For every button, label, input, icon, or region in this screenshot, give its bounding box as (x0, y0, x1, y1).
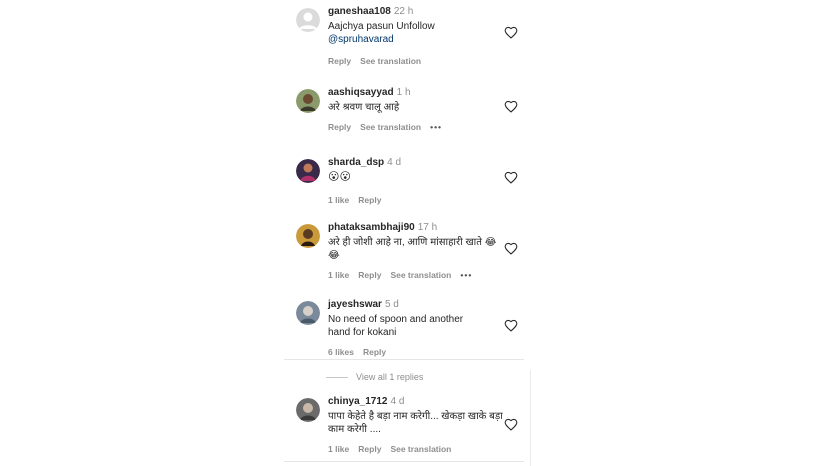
see-translation-button[interactable]: See translation (360, 122, 421, 132)
timestamp: 4 d (390, 396, 405, 407)
divider (284, 359, 524, 360)
avatar[interactable] (296, 159, 320, 183)
avatar[interactable] (296, 301, 320, 325)
timestamp: 17 h (417, 222, 438, 233)
reply-button[interactable]: Reply (363, 347, 386, 357)
comment-body: ganeshaa108 22 h Aajchya pasun Unfollow @s… (328, 6, 508, 66)
comment-body: sharda_dsp 4 d 😮😮 1 like Reply (328, 157, 508, 205)
timestamp: 1 h (396, 87, 411, 98)
avatar[interactable] (296, 89, 320, 113)
comment-actions: Reply See translation (328, 56, 508, 66)
see-translation-button[interactable]: See translation (360, 56, 421, 66)
scrollbar-track (530, 370, 531, 466)
username[interactable]: ganeshaa108 (328, 6, 391, 17)
reply-button[interactable]: Reply (358, 270, 381, 280)
divider (326, 377, 348, 379)
comment-text-body: Aajchya pasun Unfollow (328, 21, 435, 32)
comment-text: 😮😮 (328, 171, 351, 183)
comment-body: jayeshswar 5 d No need of spoon and anoth… (328, 299, 508, 357)
like-count[interactable]: 1 like (328, 444, 349, 454)
comment-body: phataksambhaji90 17 h अरे ही जोशी आहे ना,… (328, 222, 508, 280)
heart-outline-icon[interactable] (504, 26, 518, 40)
comment-body: chinya_1712 4 d पापा केहेते है बड़ा नाम क… (328, 396, 508, 454)
avatar[interactable] (296, 398, 320, 422)
reply-button[interactable]: Reply (328, 56, 351, 66)
heart-outline-icon[interactable] (504, 242, 518, 256)
like-count[interactable]: 6 likes (328, 347, 354, 357)
reply-button[interactable]: Reply (358, 195, 381, 205)
heart-outline-icon[interactable] (504, 319, 518, 333)
comment-text: No need of spoon and another hand for ko… (328, 314, 464, 338)
avatar[interactable] (296, 224, 320, 248)
reply-button[interactable]: Reply (328, 122, 351, 132)
view-replies-label: View all 1 replies (356, 372, 424, 382)
heart-outline-icon[interactable] (504, 100, 518, 114)
like-count[interactable]: 1 like (328, 270, 349, 280)
comment-body: aashiqsayyad 1 h अरे श्रवण चालू आहे Reply… (328, 87, 508, 132)
comment-text: Aajchya pasun Unfollow @spruhavarad (328, 20, 508, 46)
like-count[interactable]: 1 like (328, 195, 349, 205)
divider (284, 461, 524, 462)
username[interactable]: chinya_1712 (328, 396, 388, 407)
comment-actions: 1 like Reply See translation (328, 444, 508, 454)
comment-actions: 6 likes Reply (328, 347, 508, 357)
comment-actions: 1 like Reply See translation ••• (328, 270, 508, 280)
reply-button[interactable]: Reply (358, 444, 381, 454)
heart-outline-icon[interactable] (504, 171, 518, 185)
username[interactable]: jayeshswar (328, 299, 382, 310)
comment-actions: 1 like Reply (328, 195, 508, 205)
timestamp: 22 h (393, 6, 414, 17)
comment-text: पापा केहेते है बड़ा नाम करेगी... खेकड़ा … (328, 411, 503, 435)
username[interactable]: sharda_dsp (328, 157, 384, 168)
timestamp: 4 d (387, 157, 402, 168)
more-horizontal-icon[interactable]: ••• (460, 270, 472, 280)
avatar[interactable] (296, 8, 320, 32)
comment-text: अरे ही जोशी आहे ना, आणि मांसाहारी खाते 😂… (328, 237, 497, 261)
timestamp: 5 d (384, 299, 399, 310)
username[interactable]: phataksambhaji90 (328, 222, 415, 233)
see-translation-button[interactable]: See translation (390, 444, 451, 454)
mention-link[interactable]: @spruhavarad (328, 33, 508, 46)
username[interactable]: aashiqsayyad (328, 87, 394, 98)
heart-outline-icon[interactable] (504, 418, 518, 432)
see-translation-button[interactable]: See translation (390, 270, 451, 280)
more-horizontal-icon[interactable]: ••• (430, 122, 442, 132)
comment-actions: Reply See translation ••• (328, 122, 508, 132)
view-replies-button[interactable]: View all 1 replies (326, 372, 423, 382)
comment-text: अरे श्रवण चालू आहे (328, 102, 400, 113)
